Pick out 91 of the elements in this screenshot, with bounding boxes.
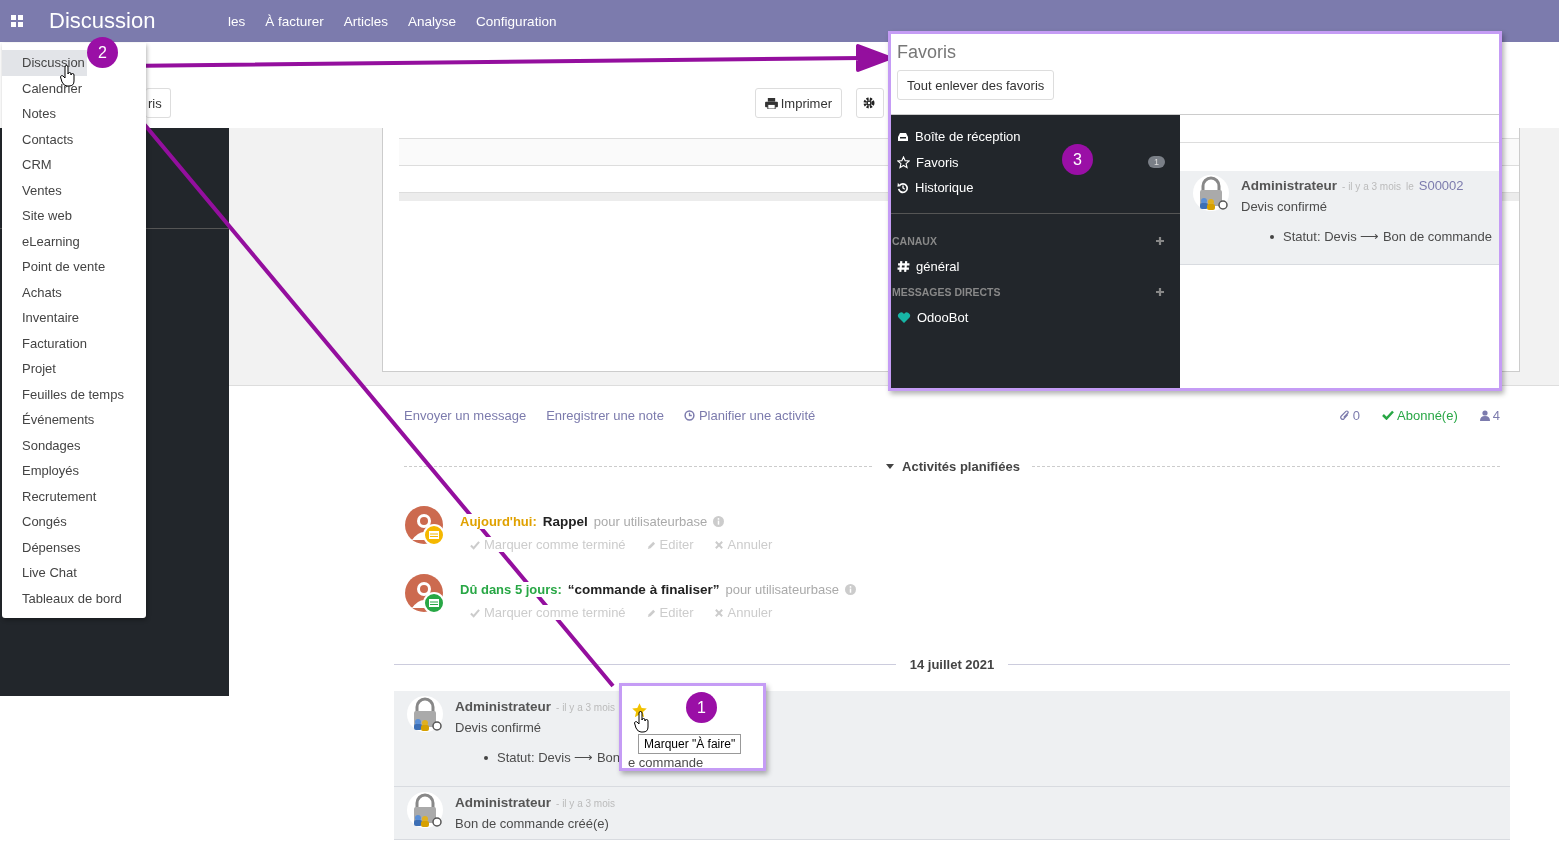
- section-header: CANAUX: [892, 234, 937, 247]
- app-menu-item[interactable]: Point de vente: [2, 254, 108, 280]
- tracking-value: Statut: Devis ⟶ Bon: [497, 750, 621, 765]
- toolbar-button[interactable]: ris: [146, 88, 171, 118]
- message-body: Bon de commande créé(e): [455, 816, 609, 831]
- message-body: Devis confirmé: [455, 720, 541, 735]
- gear-icon: [863, 97, 875, 109]
- app-menu-item[interactable]: Congés: [2, 509, 69, 535]
- nav-menu-item[interactable]: les: [228, 13, 246, 29]
- assignee-label: pour utilisateurbase: [725, 582, 839, 597]
- add-icon[interactable]: [1155, 287, 1165, 297]
- app-menu-item[interactable]: Achats: [2, 279, 64, 305]
- app-menu-item[interactable]: Inventaire: [2, 305, 82, 331]
- activity-summary: “commande à finaliser”: [567, 582, 720, 597]
- chatter-link[interactable]: Envoyer un message: [404, 407, 527, 423]
- due-label: Dû dans 5 jours:: [460, 582, 562, 597]
- followers-button[interactable]: 4: [1479, 407, 1500, 423]
- nav-menu-item[interactable]: Analyse: [408, 13, 457, 29]
- app-menu-item[interactable]: Site web: [2, 203, 74, 229]
- inbox-icon: [897, 131, 909, 142]
- mailbox-item[interactable]: Historique: [891, 175, 1180, 201]
- app-menu-item[interactable]: Live Chat: [2, 560, 79, 586]
- heart-icon: [897, 311, 911, 324]
- app-menu-item[interactable]: Tableaux de bord: [2, 585, 124, 611]
- author-name: Administrateur: [455, 699, 552, 714]
- chat-item[interactable]: OdooBot: [891, 305, 1180, 331]
- due-label: Aujourd'hui:: [460, 514, 537, 529]
- pencil-icon: [645, 607, 656, 618]
- section-header: MESSAGES DIRECTS: [892, 286, 1001, 298]
- app-menu-item[interactable]: Ventes: [2, 177, 64, 203]
- record-link[interactable]: S00002: [1418, 178, 1464, 193]
- app-menu-item[interactable]: Contacts: [2, 126, 76, 152]
- author-name: Administrateur: [1241, 178, 1338, 193]
- activity-summary: Rappel: [542, 514, 588, 529]
- app-menu-item[interactable]: Événements: [2, 407, 97, 433]
- activities-toggle[interactable]: Activités planifiées: [886, 458, 1020, 474]
- star-icon: [897, 155, 910, 169]
- app-menu-item[interactable]: Notes: [2, 101, 58, 127]
- chatter-link[interactable]: Planifier une activité: [683, 407, 816, 423]
- page-title: Favoris: [897, 42, 957, 63]
- attachment-count: 0: [1352, 407, 1361, 423]
- person-icon: [1479, 409, 1490, 421]
- pencil-icon: [645, 539, 656, 550]
- bullet-icon: [484, 755, 488, 760]
- app-menu-item[interactable]: eLearning: [2, 228, 82, 254]
- lock-avatar-icon: [1193, 175, 1229, 211]
- app-menu-item[interactable]: Facturation: [2, 330, 90, 356]
- assignee-label: pour utilisateurbase: [593, 514, 708, 529]
- nav-menu-item[interactable]: Configuration: [476, 13, 557, 29]
- app-menu-item[interactable]: Recrutement: [2, 483, 99, 509]
- check-icon: [470, 607, 480, 618]
- nav-menu-item[interactable]: À facturer: [265, 13, 324, 29]
- message-body: Devis confirmé: [1241, 199, 1327, 214]
- clock-icon: [683, 409, 695, 421]
- check-icon: [1382, 410, 1395, 420]
- app-menu-item[interactable]: Projet: [2, 356, 58, 382]
- app-title: Discussion: [49, 8, 157, 34]
- app-menu-item[interactable]: Discussion: [2, 50, 87, 76]
- app-menu-item[interactable]: Dépenses: [2, 534, 83, 560]
- unstar-all-button[interactable]: Tout enlever des favoris: [897, 70, 1055, 100]
- actions-button[interactable]: [856, 88, 884, 118]
- printer-icon: [764, 97, 778, 109]
- bullet-icon: [1270, 234, 1274, 239]
- tracking-value: Statut: Devis ⟶ Bon de commande: [1283, 229, 1493, 244]
- hash-icon: [897, 259, 910, 273]
- paperclip-icon[interactable]: [1339, 409, 1350, 421]
- caret-icon: [886, 463, 895, 469]
- app-menu-item[interactable]: Employés: [2, 458, 82, 484]
- nav-menu-item[interactable]: Articles: [343, 13, 389, 29]
- tracking-value: e commande: [628, 755, 704, 770]
- check-icon: [470, 539, 480, 550]
- app-menu-item[interactable]: Feuilles de temps: [2, 381, 126, 407]
- tooltip: Marquer "À faire": [638, 734, 742, 754]
- add-icon[interactable]: [1155, 235, 1165, 246]
- lock-avatar-icon: [407, 696, 443, 732]
- apps-menu-icon[interactable]: [11, 15, 23, 27]
- history-icon: [897, 181, 909, 194]
- print-button[interactable]: Imprimer: [754, 88, 842, 118]
- channel-item[interactable]: général: [891, 253, 1180, 279]
- cross-icon: [713, 607, 724, 618]
- chatter-link[interactable]: Enregistrer une note: [546, 407, 664, 423]
- app-menu-item[interactable]: CRM: [2, 152, 54, 178]
- hand-cursor-icon: [634, 711, 650, 733]
- note-badge-icon: [423, 524, 445, 546]
- author-name: Administrateur: [455, 795, 552, 810]
- note-badge-icon: [423, 592, 445, 614]
- date-separator: 14 juillet 2021: [909, 656, 995, 672]
- cross-icon: [713, 539, 724, 550]
- app-menu-item[interactable]: Calendrier: [2, 75, 84, 101]
- lock-avatar-icon: [407, 792, 443, 828]
- app-menu-item[interactable]: Sondages: [2, 432, 83, 458]
